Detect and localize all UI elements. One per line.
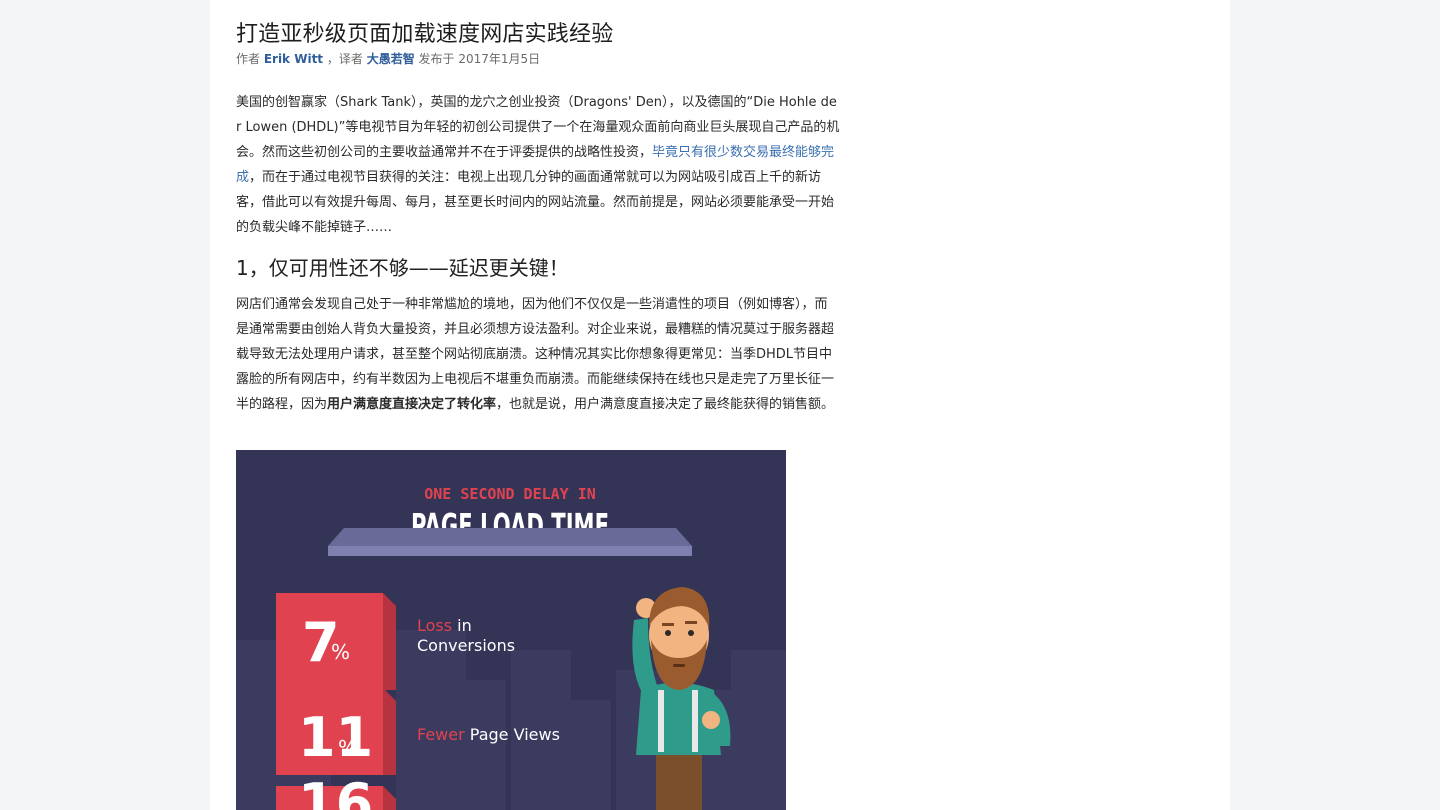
body-text-1: 网店们通常会发现自己处于一种非常尴尬的境地，因为他们不仅仅是一些消遣性的项目（例… <box>236 297 835 412</box>
infographic-svg: ONE SECOND DELAY IN PAGE LOAD TIME 7 % 1… <box>236 485 786 810</box>
stat-2-unit: % <box>338 736 357 760</box>
body-bold-text: 用户满意度直接决定了转化率 <box>327 397 497 412</box>
page-container: 打造亚秒级页面加载速度网店实践经验 作者 Erik Witt ，译者 大愚若智 … <box>210 0 1230 810</box>
body-text-2: ，也就是说，用户满意度直接决定了最终能获得的销售额。 <box>496 397 835 412</box>
stat-2-highlight: Fewer <box>417 725 465 744</box>
article: 打造亚秒级页面加载速度网店实践经验 作者 Erik Witt ，译者 大愚若智 … <box>236 0 840 417</box>
stat-1-label-line2: Conversions <box>417 636 515 655</box>
title-shelf-front <box>328 546 692 556</box>
stat-box-2: 11 % <box>276 688 396 775</box>
article-meta: 作者 Erik Witt ，译者 大愚若智 发布于 2017年1月5日 <box>236 51 840 67</box>
section-heading: 1，仅可用性还不够——延迟更关键！ <box>236 256 569 280</box>
intro-text-2: ，而在于通过电视节目获得的关注：电视上出现几分钟的画面通常就可以为网站吸引成百上… <box>236 170 835 235</box>
stat-1-unit: % <box>331 640 350 664</box>
translator-prefix: ，译者 <box>323 52 367 66</box>
stat-2-number: 11 <box>298 706 373 769</box>
stat-2-label: Fewer Page Views <box>417 725 560 744</box>
stat-3-number: 16 <box>298 772 373 810</box>
translator-link[interactable]: 大愚若智 <box>367 52 415 66</box>
author-prefix: 作者 <box>236 52 264 66</box>
infographic-subtitle: ONE SECOND DELAY IN <box>424 485 596 503</box>
title-shelf <box>328 528 692 546</box>
stat-box-1: 7 % <box>276 593 396 690</box>
stat-2-rest: Page Views <box>465 725 560 744</box>
stat-1-highlight: Loss <box>417 616 452 635</box>
stat-1-rest: in <box>452 616 472 635</box>
infographic-image: ONE SECOND DELAY IN PAGE LOAD TIME 7 % 1… <box>236 450 786 810</box>
publish-date: 发布于 2017年1月5日 <box>414 52 541 66</box>
article-title: 打造亚秒级页面加载速度网店实践经验 <box>236 22 614 47</box>
author-link[interactable]: Erik Witt <box>264 52 323 66</box>
body-paragraph: 网店们通常会发现自己处于一种非常尴尬的境地，因为他们不仅仅是一些消遣性的项目（例… <box>236 292 840 417</box>
stat-1-label-line1: Loss in <box>417 616 472 635</box>
intro-paragraph: 美国的创智赢家（Shark Tank），英国的龙穴之创业投资（Dragons' … <box>236 90 840 240</box>
